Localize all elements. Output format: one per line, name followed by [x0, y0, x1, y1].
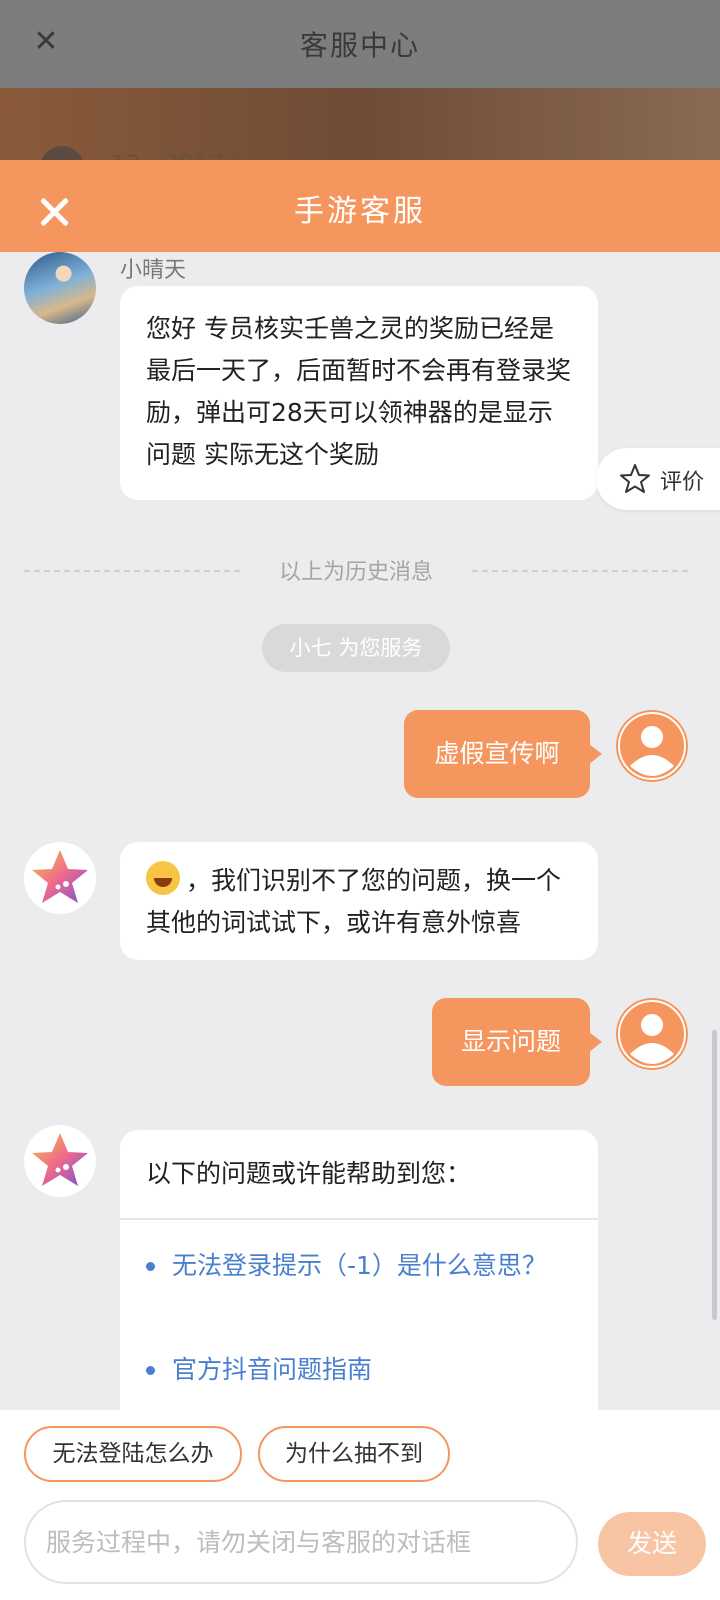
star-game-icon — [32, 1133, 88, 1186]
bullet-icon — [146, 1262, 155, 1271]
message-input[interactable] — [24, 1500, 578, 1584]
bullet-icon — [146, 1366, 155, 1375]
rate-button[interactable]: 评价 — [596, 448, 720, 510]
background-banner: 13...79173 — [0, 88, 720, 160]
user-avatar — [616, 710, 688, 782]
bot-message-text: ，我们识别不了您的问题，换一个其他的词试试下，或许有意外惊喜 — [146, 866, 562, 937]
suggestion-card: 以下的问题或许能帮助到您： 无法登录提示（-1）是什么意思？ 官方抖音问题指南 — [120, 1130, 598, 1440]
divider-line-left — [24, 570, 240, 572]
user-message-bubble: 显示问题 — [432, 998, 602, 1086]
laughing-emoji-icon — [146, 861, 180, 895]
user-icon — [618, 1000, 686, 1068]
user-message-bubble: 虚假宣传啊 — [404, 710, 602, 798]
background-avatar — [40, 146, 84, 160]
suggestion-intro: 以下的问题或许能帮助到您： — [146, 1159, 472, 1188]
history-divider-label: 以上为历史消息 — [278, 560, 433, 585]
send-button[interactable]: 发送 — [598, 1512, 706, 1576]
chat-scrollbar[interactable] — [712, 1030, 717, 1320]
agent-name: 小晴天 — [120, 258, 187, 283]
rate-label: 评价 — [660, 470, 705, 495]
user-avatar — [616, 998, 688, 1070]
quick-reply-chip[interactable]: 无法登陆怎么办 — [24, 1426, 242, 1482]
quick-reply-chip[interactable]: 为什么抽不到 — [258, 1426, 450, 1482]
panel-title: 手游客服 — [294, 194, 426, 229]
background-account: 13...79173 — [110, 150, 240, 160]
background-title: 客服中心 — [299, 29, 420, 62]
star-game-icon — [32, 850, 88, 903]
user-icon — [618, 712, 686, 780]
bot-message-bubble: ，我们识别不了您的问题，换一个其他的词试试下，或许有意外惊喜 — [120, 842, 598, 960]
agent-avatar — [24, 252, 96, 324]
star-outline-icon — [620, 464, 650, 493]
suggestion-link[interactable]: 官方抖音问题指南 — [172, 1348, 552, 1392]
suggestion-link[interactable]: 无法登录提示（-1）是什么意思？ — [172, 1244, 552, 1288]
divider-line-right — [472, 570, 688, 572]
bot-avatar — [24, 1125, 96, 1197]
bot-avatar — [24, 842, 96, 914]
suggestion-divider — [120, 1218, 598, 1220]
agent-message-bubble: 您好 专员核实壬兽之灵的奖励已经是最后一天了，后面暂时不会再有登录奖励，弹出可2… — [120, 286, 598, 500]
service-status-badge: 小七 为您服务 — [262, 624, 450, 672]
